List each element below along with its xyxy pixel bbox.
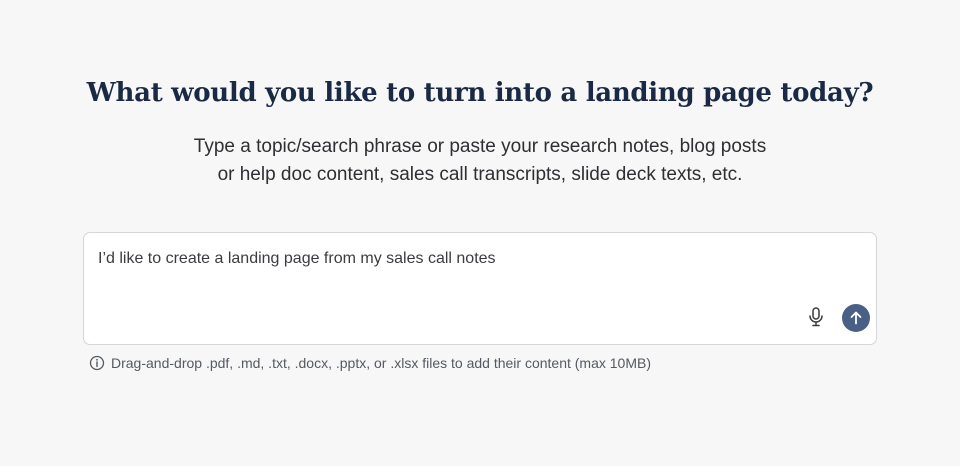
- info-icon: [89, 355, 105, 371]
- subtitle-line-2: or help doc content, sales call transcri…: [217, 164, 743, 185]
- subtitle-line-1: Type a topic/search phrase or paste your…: [193, 136, 767, 157]
- microphone-icon: [809, 307, 823, 327]
- prompt-input[interactable]: I’d like to create a landing page from m…: [83, 232, 877, 345]
- prompt-input-text[interactable]: I’d like to create a landing page from m…: [98, 250, 496, 268]
- page-subtitle: Type a topic/search phrase or paste your…: [0, 133, 960, 189]
- page-title: What would you like to turn into a landi…: [86, 78, 874, 108]
- microphone-button[interactable]: [804, 305, 828, 329]
- upload-hint-text: Drag-and-drop .pdf, .md, .txt, .docx, .p…: [111, 355, 652, 371]
- upload-hint: Drag-and-drop .pdf, .md, .txt, .docx, .p…: [89, 355, 651, 371]
- send-button[interactable]: [842, 304, 870, 332]
- arrow-up-icon: [850, 311, 862, 325]
